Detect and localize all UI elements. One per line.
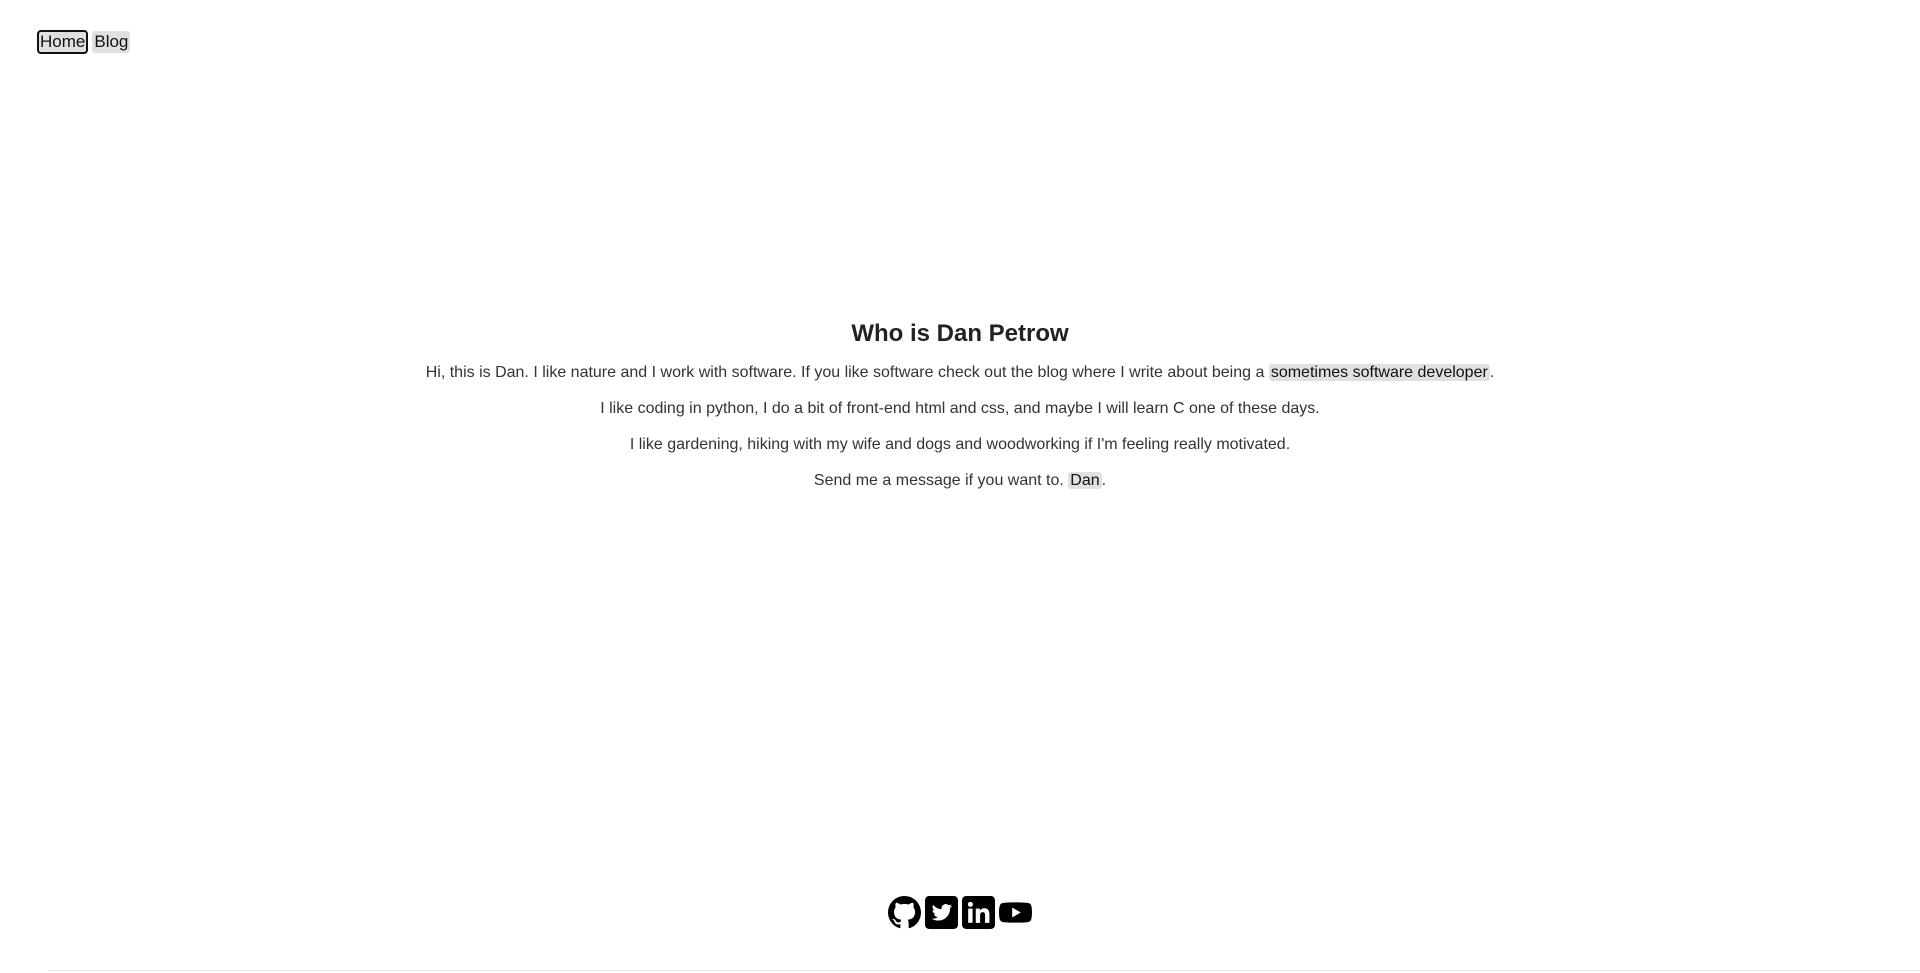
top-nav: Home Blog (36, 30, 131, 54)
twitter-icon (925, 896, 958, 929)
bottom-divider (48, 970, 1920, 971)
youtube-icon (999, 902, 1032, 923)
contact-suffix: . (1101, 472, 1107, 489)
twitter-link[interactable] (925, 896, 958, 929)
page-title: Who is Dan Petrow (851, 320, 1069, 347)
contact-paragraph: Send me a message if you want to. Dan. (0, 470, 1920, 491)
intro-paragraph: Hi, this is Dan. I like nature and I wor… (0, 362, 1920, 383)
nav-home-link[interactable]: Home (36, 30, 89, 54)
page: Home Blog Who is Dan Petrow Hi, this is … (0, 0, 1920, 973)
youtube-link[interactable] (999, 896, 1032, 929)
hobbies-paragraph: I like gardening, hiking with my wife an… (629, 436, 1291, 453)
dan-contact-link[interactable]: Dan (1068, 472, 1102, 489)
github-link[interactable] (888, 896, 921, 929)
linkedin-icon (962, 896, 995, 929)
social-links (0, 896, 1920, 929)
coding-paragraph: I like coding in python, I do a bit of f… (600, 400, 1320, 417)
nav-blog-link[interactable]: Blog (92, 31, 131, 53)
intro-suffix: . (1489, 364, 1495, 381)
main-content: Who is Dan Petrow Hi, this is Dan. I lik… (0, 318, 1920, 506)
software-developer-link[interactable]: sometimes software developer (1268, 364, 1490, 381)
contact-text: Send me a message if you want to. (813, 472, 1069, 489)
linkedin-link[interactable] (962, 896, 995, 929)
github-icon (888, 896, 921, 929)
intro-text: Hi, this is Dan. I like nature and I wor… (425, 364, 1269, 381)
